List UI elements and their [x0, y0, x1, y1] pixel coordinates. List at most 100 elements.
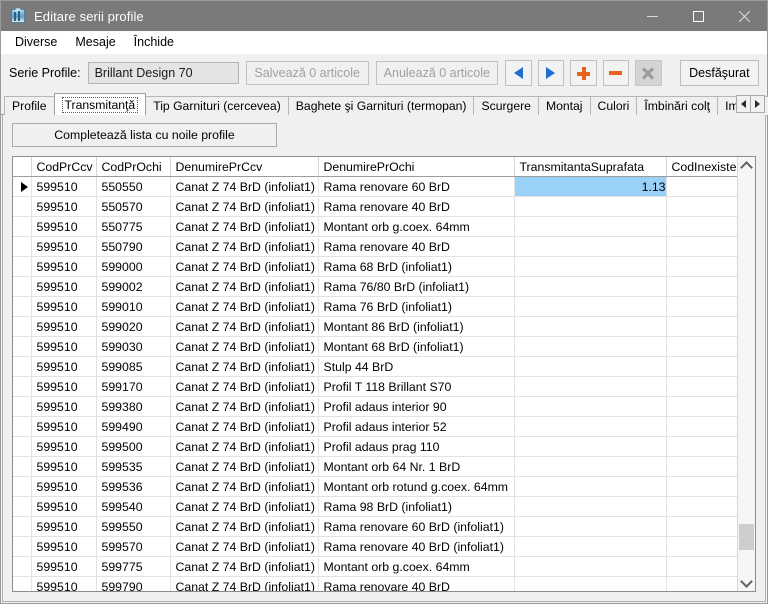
- table-cell-codprccv[interactable]: 599510: [31, 436, 97, 457]
- table-cell-denumireprccv[interactable]: Canat Z 74 BrD (infoliat1): [170, 556, 319, 577]
- row-indicator-cell[interactable]: [13, 516, 32, 537]
- table-cell-codprochi[interactable]: 599002: [96, 276, 171, 297]
- table-cell-codprccv[interactable]: 599510: [31, 476, 97, 497]
- table-cell-codprccv[interactable]: 599510: [31, 356, 97, 377]
- table-cell-denumireprochi[interactable]: Rama 76 BrD (infoliat1): [318, 296, 515, 317]
- table-row[interactable]: 599510 599170 Canat Z 74 BrD (infoliat1) Pr…: [13, 376, 737, 397]
- table-row[interactable]: 599510 599540 Canat Z 74 BrD (infoliat1) Ra…: [13, 496, 737, 517]
- table-cell-denumireprochi[interactable]: Montant orb rotund g.coex. 64mm: [318, 476, 515, 497]
- table-cell-codprccv[interactable]: 599510: [31, 496, 97, 517]
- vertical-scrollbar[interactable]: [737, 157, 755, 591]
- table-cell-denumireprccv[interactable]: Canat Z 74 BrD (infoliat1): [170, 456, 319, 477]
- row-indicator-cell[interactable]: [13, 396, 32, 417]
- table-cell-codprochi[interactable]: 550570: [96, 196, 171, 217]
- table-cell-codprochi[interactable]: 599020: [96, 316, 171, 337]
- close-button[interactable]: [721, 1, 767, 31]
- nav-next-button[interactable]: [537, 60, 565, 86]
- table-cell-denumireprochi[interactable]: Rama renovare 40 BrD: [318, 576, 515, 591]
- row-indicator-cell[interactable]: [13, 496, 32, 517]
- table-cell-codprochi[interactable]: 599540: [96, 496, 171, 517]
- table-cell-codprccv[interactable]: 599510: [31, 336, 97, 357]
- cancel-button[interactable]: Anulează 0 articole: [375, 61, 499, 85]
- table-cell-denumireprochi[interactable]: Montant orb g.coex. 64mm: [318, 216, 515, 237]
- table-cell-denumireprochi[interactable]: Rama renovare 60 BrD: [318, 176, 515, 197]
- table-cell-transmitantasuprafata[interactable]: [514, 436, 667, 457]
- table-cell-codprochi[interactable]: 599000: [96, 256, 171, 277]
- table-cell-codprccv[interactable]: 599510: [31, 456, 97, 477]
- table-row[interactable]: 599510 599020 Canat Z 74 BrD (infoliat1) Mo…: [13, 316, 737, 337]
- table-row[interactable]: 599510 599570 Canat Z 74 BrD (infoliat1) Ra…: [13, 536, 737, 557]
- table-cell-codinexistent[interactable]: [666, 536, 737, 557]
- table-cell-codprochi[interactable]: 599380: [96, 396, 171, 417]
- table-cell-codprochi[interactable]: 599490: [96, 416, 171, 437]
- table-cell-codprccv[interactable]: 599510: [31, 176, 97, 197]
- table-cell-denumireprochi[interactable]: Montant orb 64 Nr. 1 BrD: [318, 456, 515, 477]
- table-cell-codinexistent[interactable]: [666, 236, 737, 257]
- remove-row-button[interactable]: [602, 60, 630, 86]
- table-cell-transmitantasuprafata[interactable]: [514, 456, 667, 477]
- table-cell-denumireprccv[interactable]: Canat Z 74 BrD (infoliat1): [170, 296, 319, 317]
- table-cell-denumireprccv[interactable]: Canat Z 74 BrD (infoliat1): [170, 336, 319, 357]
- table-row[interactable]: 599510 599775 Canat Z 74 BrD (infoliat1) Mo…: [13, 556, 737, 577]
- table-cell-denumireprochi[interactable]: Profil adaus interior 52: [318, 416, 515, 437]
- table-cell-transmitantasuprafata[interactable]: [514, 236, 667, 257]
- table-cell-denumireprccv[interactable]: Canat Z 74 BrD (infoliat1): [170, 316, 319, 337]
- table-cell-transmitantasuprafata[interactable]: [514, 216, 667, 237]
- table-cell-transmitantasuprafata[interactable]: [514, 496, 667, 517]
- column-header-codprccv[interactable]: CodPrCcv: [31, 157, 97, 177]
- save-button[interactable]: Salvează 0 articole: [245, 61, 369, 85]
- table-row[interactable]: 599510 550790 Canat Z 74 BrD (infoliat1) Ra…: [13, 236, 737, 257]
- table-cell-codprochi[interactable]: 599030: [96, 336, 171, 357]
- table-cell-transmitantasuprafata[interactable]: [514, 196, 667, 217]
- row-indicator-cell[interactable]: [13, 296, 32, 317]
- table-cell-codinexistent[interactable]: [666, 436, 737, 457]
- table-cell-codprochi[interactable]: 550775: [96, 216, 171, 237]
- table-cell-transmitantasuprafata[interactable]: [514, 256, 667, 277]
- table-cell-codprochi[interactable]: 599170: [96, 376, 171, 397]
- table-cell-codprochi[interactable]: 599790: [96, 576, 171, 591]
- table-cell-codprccv[interactable]: 599510: [31, 236, 97, 257]
- table-cell-codprccv[interactable]: 599510: [31, 296, 97, 317]
- row-indicator-cell[interactable]: [13, 276, 32, 297]
- table-cell-codinexistent[interactable]: [666, 476, 737, 497]
- table-cell-denumireprccv[interactable]: Canat Z 74 BrD (infoliat1): [170, 176, 319, 197]
- table-cell-denumireprccv[interactable]: Canat Z 74 BrD (infoliat1): [170, 196, 319, 217]
- table-row[interactable]: 599510 599085 Canat Z 74 BrD (infoliat1) St…: [13, 356, 737, 377]
- row-indicator-cell[interactable]: [13, 556, 32, 577]
- table-cell-transmitantasuprafata[interactable]: [514, 276, 667, 297]
- table-cell-codprccv[interactable]: 599510: [31, 556, 97, 577]
- row-indicator-cell[interactable]: [13, 476, 32, 497]
- table-cell-codprochi[interactable]: 599536: [96, 476, 171, 497]
- column-header-transmitantasuprafata[interactable]: TransmitantaSuprafata: [514, 157, 667, 177]
- table-cell-denumireprochi[interactable]: Stulp 44 BrD: [318, 356, 515, 377]
- tab-baghete-si-garnituri-termopan[interactable]: Baghete şi Garnituri (termopan): [287, 96, 475, 115]
- table-cell-codinexistent[interactable]: [666, 276, 737, 297]
- table-cell-codinexistent[interactable]: [666, 396, 737, 417]
- table-cell-denumireprochi[interactable]: Profil adaus interior 90: [318, 396, 515, 417]
- table-cell-codinexistent[interactable]: [666, 376, 737, 397]
- row-indicator-cell[interactable]: [13, 576, 32, 591]
- table-cell-transmitantasuprafata[interactable]: [514, 556, 667, 577]
- table-row[interactable]: 599510 599500 Canat Z 74 BrD (infoliat1) Pr…: [13, 436, 737, 457]
- row-indicator-cell[interactable]: [13, 236, 32, 257]
- table-cell-denumireprochi[interactable]: Rama renovare 40 BrD: [318, 196, 515, 217]
- add-row-button[interactable]: [570, 60, 597, 86]
- fill-list-button[interactable]: Completează lista cu noile profile: [12, 123, 277, 147]
- table-cell-codinexistent[interactable]: [666, 176, 737, 197]
- table-cell-denumireprochi[interactable]: Profil adaus prag 110: [318, 436, 515, 457]
- row-indicator-cell[interactable]: [13, 316, 32, 337]
- table-row[interactable]: 599510 599536 Canat Z 74 BrD (infoliat1) Mo…: [13, 476, 737, 497]
- expand-button[interactable]: Desfăşurat: [679, 60, 760, 86]
- table-cell-transmitantasuprafata[interactable]: [514, 336, 667, 357]
- row-indicator-cell[interactable]: [13, 216, 32, 237]
- table-cell-codprochi[interactable]: 599570: [96, 536, 171, 557]
- table-cell-transmitantasuprafata[interactable]: [514, 516, 667, 537]
- table-cell-denumireprccv[interactable]: Canat Z 74 BrD (infoliat1): [170, 436, 319, 457]
- table-cell-codinexistent[interactable]: [666, 456, 737, 477]
- table-cell-codprccv[interactable]: 599510: [31, 256, 97, 277]
- table-cell-transmitantasuprafata[interactable]: [514, 316, 667, 337]
- row-indicator-cell[interactable]: [13, 176, 32, 197]
- table-cell-codinexistent[interactable]: [666, 356, 737, 377]
- table-cell-transmitantasuprafata[interactable]: [514, 296, 667, 317]
- table-cell-denumireprochi[interactable]: Rama 98 BrD (infoliat1): [318, 496, 515, 517]
